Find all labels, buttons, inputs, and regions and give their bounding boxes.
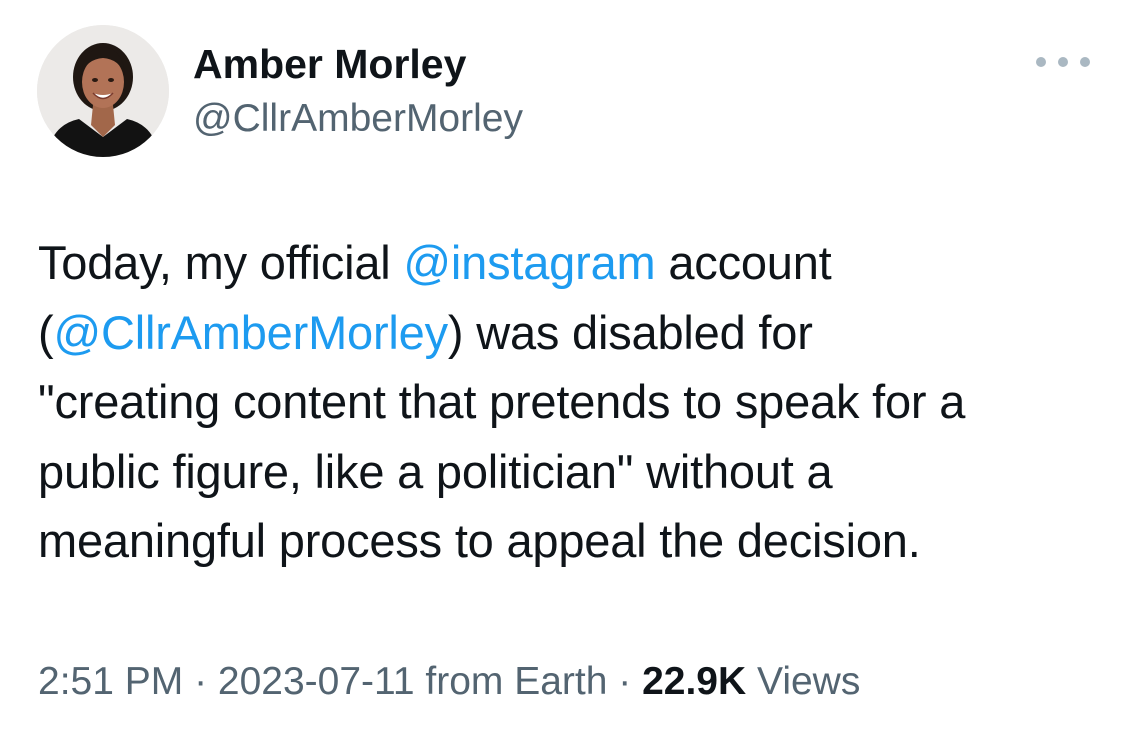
author-handle[interactable]: @CllrAmberMorley bbox=[193, 96, 523, 142]
more-dot bbox=[1058, 57, 1068, 67]
tweet-text-segment: ) was disabled for bbox=[447, 305, 813, 359]
tweet-line: public figure, like a politician" withou… bbox=[38, 444, 833, 498]
tweet-line: Today, my official @instagram account bbox=[38, 228, 1108, 298]
tweet-text-segment: Today, my official bbox=[38, 236, 404, 289]
avatar[interactable] bbox=[37, 25, 169, 157]
tweet-text: Today, my official @instagram account (@… bbox=[38, 228, 1108, 576]
more-dot bbox=[1036, 57, 1046, 67]
tweet-meta: 2:51 PM · 2023-07-11 from Earth · 22.9K … bbox=[38, 657, 860, 707]
more-dot bbox=[1080, 57, 1090, 67]
views-label: Views bbox=[746, 660, 861, 703]
tweet-text-segment: ( bbox=[38, 305, 54, 359]
views-count: 22.9K bbox=[642, 660, 747, 703]
meta-separator: · bbox=[183, 660, 218, 703]
meta-separator: · bbox=[607, 660, 643, 703]
tweet-line: (@CllrAmberMorley) was disabled for bbox=[38, 298, 1108, 368]
tweet-card: Amber Morley @CllrAmberMorley Today, my … bbox=[0, 0, 1125, 744]
avatar-image bbox=[37, 25, 169, 157]
tweet-text-segment: account bbox=[655, 236, 832, 289]
tweet-source: from Earth bbox=[414, 660, 608, 703]
author-name[interactable]: Amber Morley bbox=[193, 40, 466, 88]
tweet-line: meaningful process to appeal the decisio… bbox=[38, 514, 921, 567]
tweet-time-link[interactable]: 2:51 PM bbox=[38, 660, 183, 703]
tweet-line: "creating content that pretends to speak… bbox=[38, 375, 966, 428]
mention-cllramber-link[interactable]: @CllrAmberMorley bbox=[53, 306, 448, 359]
more-horizontal-icon[interactable] bbox=[1036, 48, 1090, 76]
tweet-date-link[interactable]: 2023-07-11 bbox=[218, 660, 415, 703]
mention-instagram-link[interactable]: @instagram bbox=[403, 236, 655, 289]
